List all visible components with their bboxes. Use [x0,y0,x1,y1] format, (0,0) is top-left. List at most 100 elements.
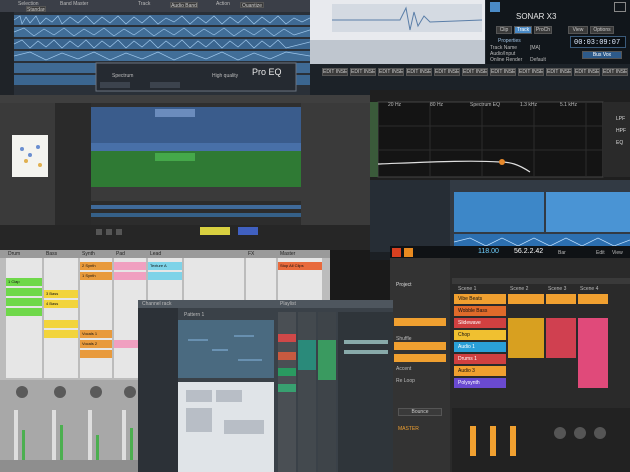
track-lead[interactable]: Lead [150,251,161,257]
filter-hpf[interactable]: HPF [616,128,626,134]
edit-inserts-3[interactable]: EDIT INSERTS [378,68,404,76]
track-audio-1[interactable]: Audio 1 [458,344,475,350]
label-reloop: Re Loop [396,378,415,384]
track-drums-1[interactable]: Drums 1 [458,356,477,362]
freq-1k: 1.3 kHz [520,102,537,108]
time-display: 00:03:09:07 [570,36,626,48]
play-icon[interactable] [404,248,413,257]
toolbar: Selection Standard Band Master Track Aud… [0,0,310,12]
filter-eq[interactable]: EQ [616,140,623,146]
edit-inserts-1[interactable]: EDIT INSERTS [322,68,348,76]
track-fx[interactable]: FX [248,251,254,257]
fl-channel-rack-title: Channel rack [142,301,172,307]
clip-vocals-1[interactable]: Vocals 1 [82,331,97,336]
menu-action[interactable]: Action [216,1,230,7]
menu-quantize[interactable]: Quantize [240,2,264,8]
menu-audio-band[interactable]: Audio Band [170,2,198,8]
tab-proch[interactable]: ProCh [534,26,552,34]
sonar-window: SONAR X3 Clip Track ProCh Properties Tra… [310,0,630,95]
filter-lpf[interactable]: LPF [616,116,625,122]
prop-online-render-value[interactable]: Default [530,57,546,63]
freq-20hz: 20 Hz [388,102,402,108]
fl-workspace [138,300,393,472]
edit-inserts-5[interactable]: EDIT INSERTS [434,68,460,76]
edit-inserts-11[interactable]: EDIT INSERTS [602,68,628,76]
track-bass[interactable]: Bass [46,251,57,257]
view-button[interactable]: View [568,26,588,34]
menu-edit[interactable]: Edit [596,250,605,256]
scene-2[interactable]: Scene 2 [510,286,528,292]
time-value: 00:03:09:07 [574,39,621,47]
prop-track-name-value[interactable]: [MA] [530,45,540,51]
track-vibe-beats[interactable]: Vibe Beats [458,296,482,302]
tab-clip[interactable]: Clip [496,26,512,34]
play-icon[interactable] [490,2,500,12]
proeq-logo: Pro EQ [252,67,282,77]
label-accent: Accent [396,366,412,372]
scene-1[interactable]: Scene 1 [458,286,476,292]
stop-all-clips[interactable]: Stop All Clips [280,263,304,268]
track-audio-3[interactable]: Audio 3 [458,368,475,374]
edit-inserts-8[interactable]: EDIT INSERTS [518,68,544,76]
clip-synth-2[interactable]: 2 Synth [82,263,96,268]
master-label: MASTER [398,426,419,432]
clip-clap[interactable]: 1 Clap [8,279,20,284]
position: 56.2.2.42 [514,248,544,255]
clip-vocals-2[interactable]: Vocals 2 [82,341,97,346]
bitwig-title: Project [396,282,412,288]
scene-3[interactable]: Scene 3 [548,286,566,292]
freq-80hz: 80 Hz [430,102,444,108]
properties-title: Properties [498,38,521,44]
fl-pattern-name[interactable]: Pattern 1 [184,312,204,318]
position-unit: Bar [558,250,566,256]
track-synth[interactable]: Synth [82,251,95,257]
bitwig-window: Project Scene 1 Scene 2 Scene 3 Scene 4 … [390,258,630,472]
audio-tracks [0,12,310,95]
record-icon[interactable] [392,248,401,257]
edit-inserts-6[interactable]: EDIT INSERTS [462,68,488,76]
track-slidewave[interactable]: Slidewave [458,320,481,326]
edit-inserts-4[interactable]: EDIT INSERTS [406,68,432,76]
edit-inserts-2[interactable]: EDIT INSERTS [350,68,376,76]
label-shuffle: Shuffle [396,336,412,342]
fl-studio-window: Channel rack Playlist Pattern 1 [138,300,393,472]
daw-arrangement-window: Selection Standard Band Master Track Aud… [0,0,310,95]
edit-inserts-9[interactable]: EDIT INSERTS [546,68,572,76]
arrange-area [0,95,370,250]
bounce-button[interactable]: Bounce [398,408,442,416]
clip-texture[interactable]: Texture A [150,263,167,268]
sonar-control-bar: SONAR X3 Clip Track ProCh Properties Tra… [486,0,630,64]
bus-vox-button[interactable]: Bus Vox [582,51,622,59]
scene-4[interactable]: Scene 4 [580,286,598,292]
spectrum-eq-window: 20 Hz 80 Hz Spectrum EQ 1.3 kHz 5.1 kHz … [370,90,630,180]
track-drum[interactable]: Drum [8,251,20,257]
tab-track[interactable]: Track [514,26,532,34]
track-chop[interactable]: Chop [458,332,470,338]
freq-5k: 5.1 kHz [560,102,577,108]
edit-inserts-7[interactable]: EDIT INSERTS [490,68,516,76]
menu-track[interactable]: Track [138,1,150,7]
cubase-window: 118.00 56.2.2.42 Bar Edit View [370,180,630,260]
close-icon[interactable] [614,2,626,12]
track-wobble-bass[interactable]: Wobble Bass [458,308,487,314]
high-quality-label[interactable]: High quality [212,73,238,79]
edit-inserts-10[interactable]: EDIT INSERTS [574,68,600,76]
eq-node [499,159,505,165]
track-pad[interactable]: Pad [116,251,125,257]
track-polysynth[interactable]: Polysynth [458,380,480,386]
track-master[interactable]: Master [280,251,295,257]
options-button[interactable]: Options [590,26,614,34]
clip-synth-1[interactable]: 1 Synth [82,273,96,278]
menu-view[interactable]: View [612,250,623,256]
clip-bass-4[interactable]: 4 Bass [46,301,58,306]
spectrum-label[interactable]: Spectrum [112,73,133,79]
daw-arrange-window [0,95,370,250]
waveform-lane-4 [14,51,310,61]
tempo: 118.00 [478,248,499,255]
fl-playlist-title: Playlist [280,301,296,307]
menu-band-master[interactable]: Band Master [60,1,88,7]
sonar-logo: SONAR X3 [516,12,557,21]
spectrum-title: Spectrum EQ [470,102,501,108]
edit-inserts-row: EDIT INSERTS EDIT INSERTS EDIT INSERTS E… [310,66,630,80]
clip-bass-3[interactable]: 3 Bass [46,291,58,296]
